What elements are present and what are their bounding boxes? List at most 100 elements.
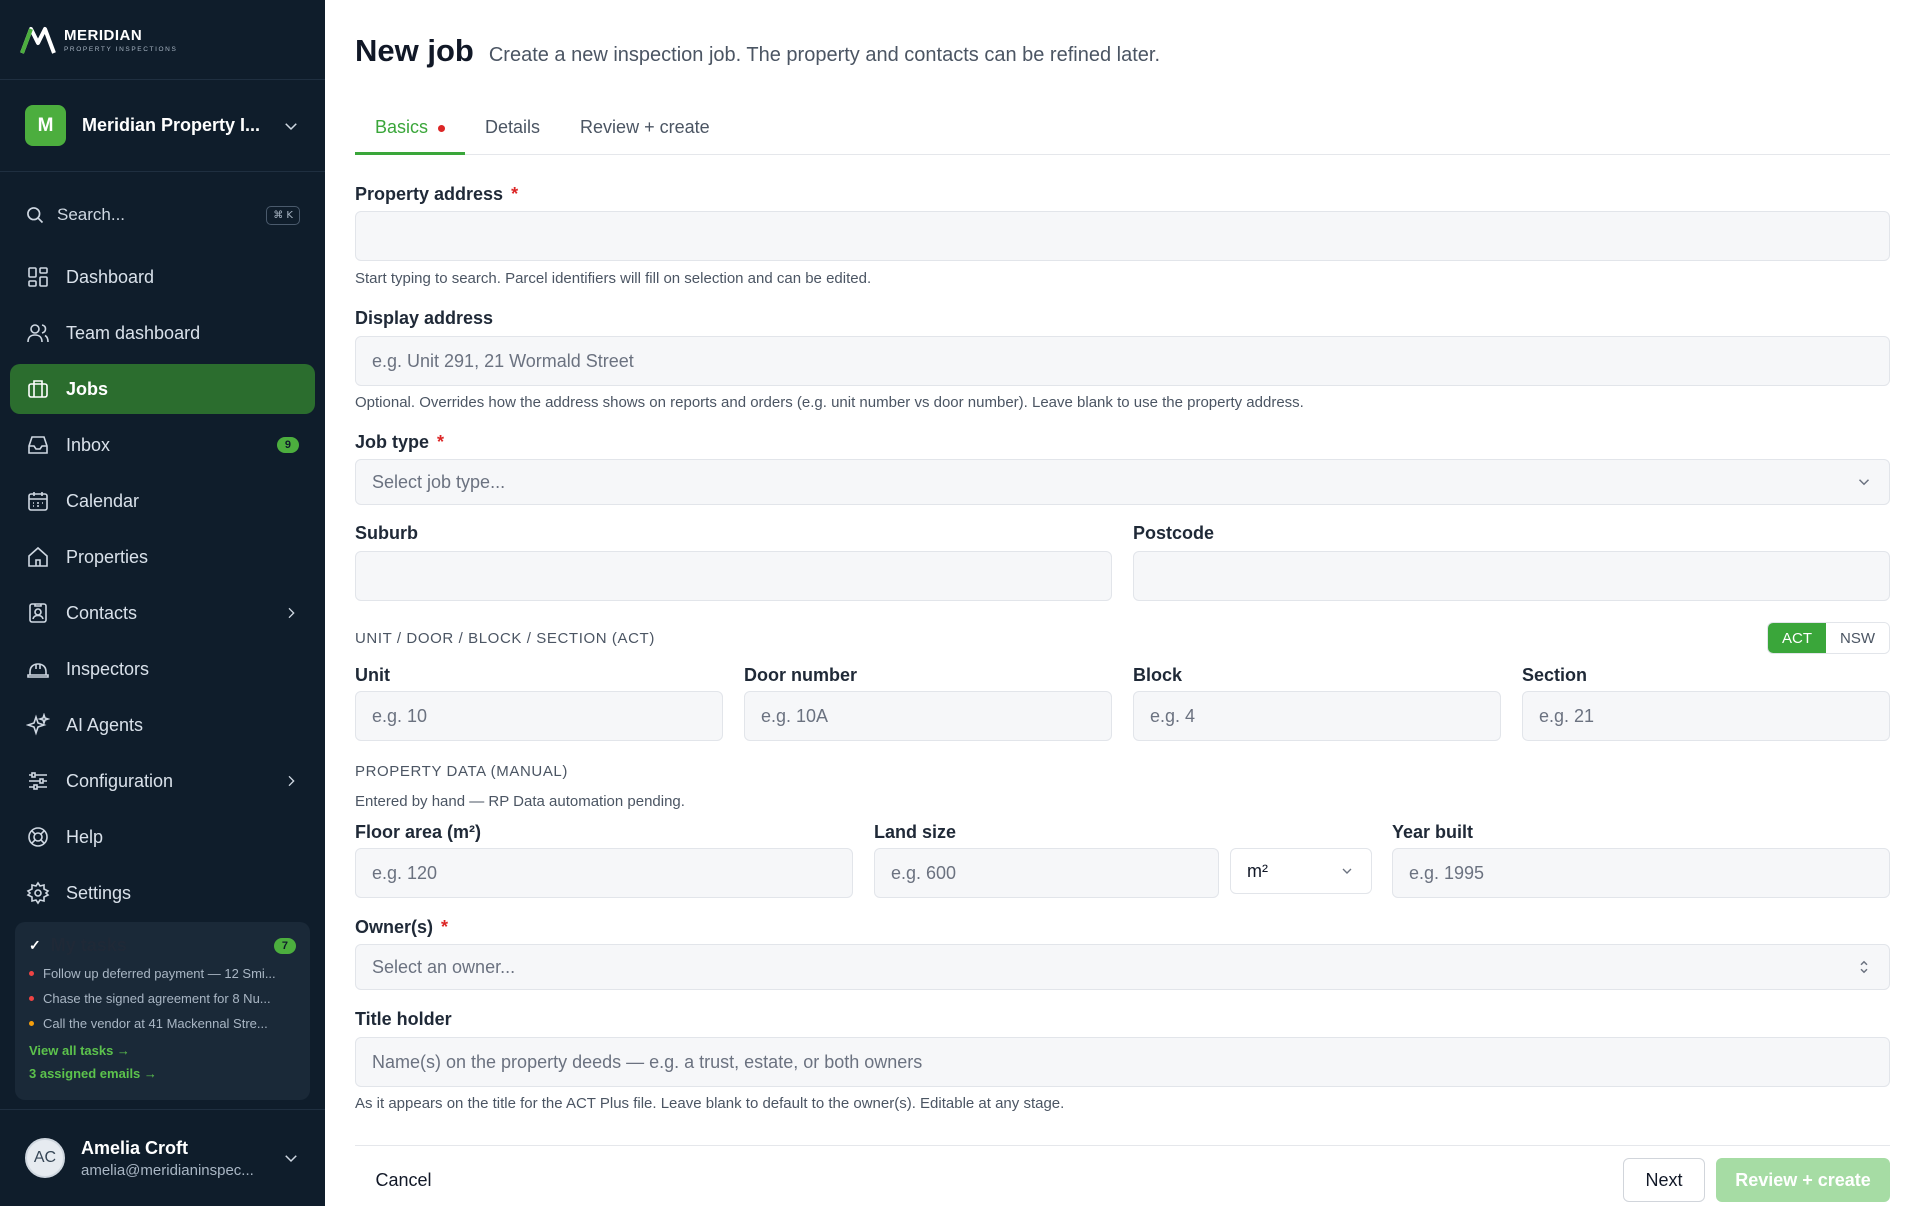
property-address-label-text: Property address <box>355 184 504 204</box>
property-data-title: PROPERTY DATA (MANUAL) <box>355 763 568 780</box>
block-label: Block <box>1133 665 1183 685</box>
task-item[interactable]: Follow up deferred payment — 12 Smi... <box>29 966 296 981</box>
block-input[interactable]: e.g. 4 <box>1133 691 1501 741</box>
task-item-text: Follow up deferred payment — 12 Smi... <box>43 966 276 981</box>
hard-hat-icon <box>27 663 49 678</box>
section-input[interactable]: e.g. 21 <box>1522 691 1890 741</box>
my-tasks-title: My tasks <box>50 935 127 955</box>
chevron-down-icon <box>285 122 297 130</box>
door-number-input[interactable]: e.g. 10A <box>744 691 1112 741</box>
sidebar-item-label: Inbox <box>66 434 111 455</box>
sidebar-search[interactable]: Search... ⌘ K <box>25 197 300 233</box>
brand-tagline: PROPERTY INSPECTIONS <box>64 45 178 53</box>
sidebar-item-configuration[interactable]: Configuration <box>10 756 315 806</box>
user-menu[interactable]: AC Amelia Croft amelia@meridianinspec... <box>0 1109 325 1206</box>
sidebar-item-dashboard[interactable]: Dashboard <box>10 252 315 302</box>
sidebar-nav: Dashboard Team dashboard Jobs Inbox 9 Ca… <box>10 252 315 924</box>
sidebar-item-ai-agents[interactable]: AI Agents <box>10 700 315 750</box>
year-built-placeholder: e.g. 1995 <box>1409 862 1485 883</box>
review-create-button[interactable]: Review + create <box>1716 1158 1890 1202</box>
unit-section-title: UNIT / DOOR / BLOCK / SECTION (ACT) <box>355 630 655 647</box>
sidebar-item-inspectors[interactable]: Inspectors <box>10 644 315 694</box>
chevron-down-icon <box>285 1155 297 1163</box>
floor-area-input[interactable]: e.g. 120 <box>355 848 853 898</box>
chevron-up-down-icon <box>1860 960 1868 974</box>
briefcase-icon <box>28 380 48 398</box>
search-icon <box>27 207 44 224</box>
sidebar-item-calendar[interactable]: Calendar <box>10 476 315 526</box>
sidebar-item-inbox[interactable]: Inbox 9 <box>10 420 315 470</box>
land-size-input[interactable]: e.g. 600 <box>874 848 1219 898</box>
owners-placeholder: Select an owner... <box>372 956 516 977</box>
title-holder-input[interactable]: Name(s) on the property deeds — e.g. a t… <box>355 1037 1890 1087</box>
form-tabs: Basics Details Review + create <box>355 113 1890 155</box>
sidebar-item-label: Contacts <box>66 602 138 623</box>
sidebar-item-settings[interactable]: Settings <box>10 868 315 918</box>
sidebar-item-properties[interactable]: Properties <box>10 532 315 582</box>
property-data-help: Entered by hand — RP Data automation pen… <box>355 793 685 810</box>
page-title: New job <box>355 33 474 68</box>
sparkles-icon <box>26 713 50 736</box>
brand[interactable]: MERIDIAN PROPERTY INSPECTIONS <box>0 0 325 80</box>
sidebar-item-contacts[interactable]: Contacts <box>10 588 315 638</box>
sidebar-item-jobs[interactable]: Jobs <box>10 364 315 414</box>
suburb-input[interactable] <box>355 551 1112 601</box>
display-address-input[interactable]: e.g. Unit 291, 21 Wormald Street <box>355 336 1890 386</box>
next-button[interactable]: Next <box>1623 1158 1705 1202</box>
property-address-input[interactable] <box>355 211 1890 261</box>
org-switcher[interactable]: M Meridian Property I... <box>0 80 325 172</box>
lifebuoy-icon <box>28 827 48 847</box>
tab-basics[interactable]: Basics <box>355 113 466 155</box>
postcode-input[interactable] <box>1133 551 1890 601</box>
contact-card-icon <box>29 603 47 623</box>
cancel-button[interactable]: Cancel <box>355 1158 452 1202</box>
user-name: Amelia Croft <box>81 1137 189 1158</box>
gear-icon <box>26 881 50 905</box>
property-address-help: Start typing to search. Parcel identifie… <box>355 270 872 287</box>
tab-details[interactable]: Details <box>465 113 560 155</box>
year-built-input[interactable]: e.g. 1995 <box>1392 848 1890 898</box>
view-all-tasks-link[interactable]: View all tasks → <box>29 1043 296 1058</box>
unit-placeholder: e.g. 10 <box>372 705 428 726</box>
job-type-select[interactable]: Select job type... <box>355 459 1890 505</box>
org-name: Meridian Property I... <box>82 115 261 135</box>
sidebar-item-label: Calendar <box>66 490 140 511</box>
land-size-unit-value: m² <box>1247 860 1268 881</box>
state-toggle-nsw[interactable]: NSW <box>1826 623 1889 653</box>
owners-select[interactable]: Select an owner... <box>355 944 1890 990</box>
year-built-label: Year built <box>1392 822 1474 842</box>
door-number-placeholder: e.g. 10A <box>761 705 829 726</box>
my-tasks-count-badge: 7 <box>273 937 296 954</box>
land-size-unit-select[interactable]: m² <box>1230 848 1372 894</box>
task-item[interactable]: Call the vendor at 41 Mackennal Stre... <box>29 1016 296 1031</box>
priority-dot-icon <box>29 971 34 976</box>
sidebar-item-label: Jobs <box>66 378 109 399</box>
sidebar-item-label: Inspectors <box>66 658 150 679</box>
my-tasks-panel: ✓ My tasks 7 Follow up deferred payment … <box>15 922 310 1100</box>
sidebar: MERIDIAN PROPERTY INSPECTIONS M Meridian… <box>0 0 325 1206</box>
task-item-text: Call the vendor at 41 Mackennal Stre... <box>43 1016 268 1031</box>
task-item[interactable]: Chase the signed agreement for 8 Nu... <box>29 991 296 1006</box>
my-tasks-header[interactable]: ✓ My tasks 7 <box>29 935 296 956</box>
sidebar-item-help[interactable]: Help <box>10 812 315 862</box>
unit-label: Unit <box>355 665 390 685</box>
tab-review-create[interactable]: Review + create <box>560 113 730 155</box>
assigned-emails-link[interactable]: 3 assigned emails → <box>29 1066 296 1081</box>
section-label: Section <box>1522 665 1588 685</box>
title-holder-help: As it appears on the title for the ACT P… <box>355 1095 1065 1112</box>
sidebar-item-label: Team dashboard <box>66 322 201 343</box>
search-label: Search... <box>57 205 126 224</box>
state-toggle-act[interactable]: ACT <box>1768 623 1826 653</box>
postcode-label: Postcode <box>1133 523 1215 543</box>
display-address-label: Display address <box>355 308 494 328</box>
floor-area-placeholder: e.g. 120 <box>372 862 438 883</box>
sidebar-item-label: AI Agents <box>66 714 144 735</box>
sidebar-item-label: Properties <box>66 546 149 567</box>
sidebar-item-team-dashboard[interactable]: Team dashboard <box>10 308 315 358</box>
section-placeholder: e.g. 21 <box>1539 705 1595 726</box>
unit-input[interactable]: e.g. 10 <box>355 691 723 741</box>
tab-label: Details <box>485 117 541 137</box>
tab-label: Basics <box>375 117 429 137</box>
sidebar-item-label: Dashboard <box>66 266 155 287</box>
land-size-label: Land size <box>874 822 957 842</box>
